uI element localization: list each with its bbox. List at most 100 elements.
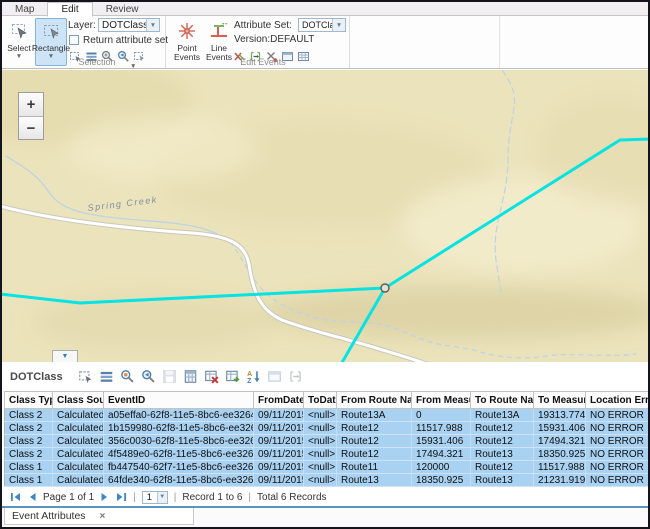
tab-edit[interactable]: Edit (47, 2, 92, 17)
column-header-from-route-name[interactable]: From Route Name (337, 392, 412, 409)
table-cell[interactable]: 1b159980-62f8-11e5-8bc6-ee32641d5ec9 (104, 422, 254, 435)
table-cell[interactable]: <null> (304, 448, 337, 461)
next-page-button[interactable] (100, 492, 109, 502)
table-row[interactable]: Class 2Calculated356c0030-62f8-11e5-8bc6… (5, 435, 649, 448)
table-cell[interactable]: 17494.321 (412, 448, 471, 461)
table-cell[interactable]: Route12 (337, 448, 412, 461)
table-cell[interactable]: 18350.925 (412, 474, 471, 487)
close-icon[interactable]: × (100, 511, 106, 522)
table-cell[interactable]: <null> (304, 422, 337, 435)
table-cell[interactable]: Route12 (337, 435, 412, 448)
column-header-eventid[interactable]: EventID (104, 392, 254, 409)
table-cell[interactable]: 09/11/2015 (254, 422, 304, 435)
table-cell[interactable]: 09/11/2015 (254, 448, 304, 461)
point-events-button[interactable]: Point Events (172, 18, 202, 66)
table-row[interactable]: Class 2Calculated1b159980-62f8-11e5-8bc6… (5, 422, 649, 435)
table-cell[interactable]: <null> (304, 474, 337, 487)
table-row[interactable]: Class 1Calculatedfb447540-62f7-11e5-8bc6… (5, 461, 649, 474)
table-cell[interactable]: Route11 (337, 461, 412, 474)
table-cell[interactable]: <null> (304, 461, 337, 474)
table-row[interactable]: Class 1Calculated64fde340-62f8-11e5-8bc6… (5, 474, 649, 487)
table-cell[interactable]: 356c0030-62f8-11e5-8bc6-ee32641d5ec9 (104, 435, 254, 448)
table-cell[interactable]: 4f5489e0-62f8-11e5-8bc6-ee32641d5ec9 (104, 448, 254, 461)
sort-icon[interactable]: AZ (245, 368, 262, 385)
route-junction-marker[interactable] (381, 284, 389, 292)
table-cell[interactable]: Route12 (471, 422, 534, 435)
table-cell[interactable]: NO ERROR (586, 409, 649, 422)
table-cell[interactable]: 15931.406 (412, 435, 471, 448)
map-viewport[interactable]: Spring Creek + − ▼ (2, 70, 648, 362)
last-page-button[interactable] (115, 492, 127, 502)
table-cell[interactable]: NO ERROR (586, 448, 649, 461)
column-header-location-error[interactable]: Location Error (586, 392, 649, 409)
map-canvas[interactable]: Spring Creek (2, 70, 648, 362)
tab-map[interactable]: Map (2, 2, 47, 16)
table-row[interactable]: Class 2Calculateda05effa0-62f8-11e5-8bc6… (5, 409, 649, 422)
column-header-fromdate[interactable]: FromDate (254, 392, 304, 409)
tab-review[interactable]: Review (93, 2, 152, 16)
table-cell[interactable]: <null> (304, 409, 337, 422)
table-cell[interactable]: Route12 (337, 422, 412, 435)
table-cell[interactable]: Calculated (53, 435, 104, 448)
table-cell[interactable]: Class 2 (5, 409, 53, 422)
first-page-button[interactable] (10, 492, 22, 502)
table-cell[interactable]: Class 2 (5, 448, 53, 461)
table-cell[interactable]: 11517.988 (534, 461, 586, 474)
panel-collapse-button[interactable]: ▼ (52, 350, 78, 362)
tab-event-attributes[interactable]: Event Attributes × (4, 508, 194, 525)
delete-record-icon[interactable] (203, 368, 220, 385)
table-cell[interactable]: Calculated (53, 461, 104, 474)
table-cell[interactable]: 15931.406 (534, 422, 586, 435)
table-cell[interactable]: Calculated (53, 409, 104, 422)
table-cell[interactable]: Class 1 (5, 461, 53, 474)
zoom-out-button[interactable]: − (19, 116, 43, 139)
table-cell[interactable]: <null> (304, 435, 337, 448)
column-header-to-measure[interactable]: To Measure (534, 392, 586, 409)
layer-select[interactable]: DOTClass ▼ (98, 18, 160, 32)
table-cell[interactable]: NO ERROR (586, 422, 649, 435)
column-header-todate[interactable]: ToDate (304, 392, 337, 409)
table-cell[interactable]: Calculated (53, 474, 104, 487)
zoom-in-button[interactable]: + (19, 93, 43, 116)
table-cell[interactable]: Class 1 (5, 474, 53, 487)
chevron-down-icon[interactable]: ▼ (146, 19, 159, 31)
table-cell[interactable]: 64fde340-62f8-11e5-8bc6-ee32641d5ec9 (104, 474, 254, 487)
table-cell[interactable]: Route12 (471, 461, 534, 474)
column-header-class-source[interactable]: Class Source (53, 392, 104, 409)
pan-to-selection-icon[interactable] (140, 368, 157, 385)
table-cell[interactable]: a05effa0-62f8-11e5-8bc6-ee32641d5ec9 (104, 409, 254, 422)
select-button[interactable]: Select ▼ (4, 18, 34, 66)
table-cell[interactable]: 21231.919 (534, 474, 586, 487)
merge-records-icon[interactable] (287, 368, 304, 385)
save-icon[interactable] (161, 368, 178, 385)
select-tool-icon[interactable] (77, 368, 94, 385)
column-header-to-route-name[interactable]: To Route Name (471, 392, 534, 409)
table-cell[interactable]: Route13A (337, 409, 412, 422)
chevron-down-icon[interactable]: ▼ (332, 19, 345, 31)
table-cell[interactable]: 11517.988 (412, 422, 471, 435)
table-cell[interactable]: Route13A (471, 409, 534, 422)
table-cell[interactable]: 0 (412, 409, 471, 422)
table-cell[interactable]: 09/11/2015 (254, 474, 304, 487)
table-cell[interactable]: NO ERROR (586, 435, 649, 448)
table-cell[interactable]: 17494.321 (534, 435, 586, 448)
table-cell[interactable]: NO ERROR (586, 474, 649, 487)
table-cell[interactable]: Class 2 (5, 435, 53, 448)
page-number-select[interactable]: 1 ▼ (142, 491, 168, 504)
table-cell[interactable]: Route13 (471, 448, 534, 461)
table-cell[interactable]: Calculated (53, 422, 104, 435)
table-cell[interactable]: 09/11/2015 (254, 435, 304, 448)
options-menu-icon[interactable] (98, 368, 115, 385)
column-header-from-measure[interactable]: From Measure (412, 392, 471, 409)
table-cell[interactable]: Class 2 (5, 422, 53, 435)
table-cell[interactable]: NO ERROR (586, 461, 649, 474)
table-row[interactable]: Class 2Calculated4f5489e0-62f8-11e5-8bc6… (5, 448, 649, 461)
table-cell[interactable]: 120000 (412, 461, 471, 474)
table-cell[interactable]: Calculated (53, 448, 104, 461)
calculator-icon[interactable] (182, 368, 199, 385)
column-header-class-type[interactable]: Class Type (5, 392, 53, 409)
table-cell[interactable]: Route12 (471, 435, 534, 448)
table-cell[interactable]: fb447540-62f7-11e5-8bc6-ee32641d5ec9 (104, 461, 254, 474)
previous-page-button[interactable] (28, 492, 37, 502)
refresh-records-icon[interactable] (224, 368, 241, 385)
